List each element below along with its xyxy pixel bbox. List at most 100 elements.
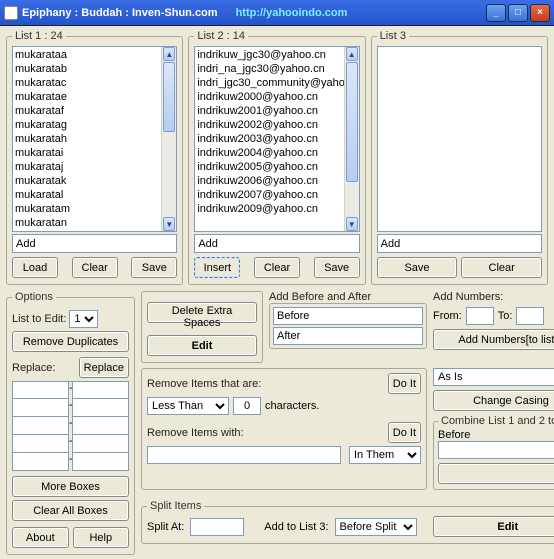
list1-scrollbar[interactable]: ▲ ▼ [161, 47, 176, 231]
replace-cell[interactable] [12, 417, 69, 435]
add-numbers-button[interactable]: Add Numbers[to list3] [433, 329, 554, 350]
from-label: From: [433, 310, 462, 322]
list1-group: List 1 : 24 mukarataamukaratabmukaratacm… [6, 30, 183, 285]
list3-add-input[interactable] [377, 234, 542, 253]
minimize-button[interactable]: _ [486, 4, 506, 22]
list-item[interactable]: indrikuw2001@yahoo.cn [197, 104, 356, 118]
char-count-input[interactable] [233, 397, 261, 415]
about-button[interactable]: About [12, 527, 69, 548]
list-item[interactable]: mukarataa [15, 48, 174, 62]
list-item[interactable]: indrikuw2002@yahoo.cn [197, 118, 356, 132]
replace-cell[interactable] [12, 381, 69, 399]
list-item[interactable]: indrikuw_jgc30@yahoo.cn [197, 48, 356, 62]
more-boxes-button[interactable]: More Boxes [12, 476, 129, 497]
split-at-input[interactable] [190, 518, 244, 536]
list-item[interactable]: mukaratan [15, 216, 174, 230]
scroll-up-icon[interactable]: ▲ [163, 47, 175, 61]
replace-cell[interactable] [72, 381, 129, 399]
scroll-up-icon[interactable]: ▲ [346, 47, 358, 61]
list-item[interactable]: indrikuw2004@yahoo.cn [197, 146, 356, 160]
do-it-button-1[interactable]: Do It [388, 373, 421, 394]
list-item[interactable]: mukaratai [15, 146, 174, 160]
replace-cell[interactable] [72, 435, 129, 453]
to-label: To: [498, 310, 513, 322]
list1-box[interactable]: mukarataamukaratabmukaratacmukarataemuka… [12, 46, 177, 232]
in-them-select[interactable]: In Them [349, 446, 421, 464]
options-legend: Options [12, 291, 56, 303]
split-legend: Split Items [147, 500, 204, 512]
remove-duplicates-button[interactable]: Remove Duplicates [12, 331, 129, 352]
scroll-down-icon[interactable]: ▼ [163, 217, 175, 231]
list-item[interactable]: indrikuw2000@yahoo.cn [197, 90, 356, 104]
replace-cell[interactable] [12, 453, 69, 471]
delete-extra-spaces-button[interactable]: Delete Extra Spaces [147, 302, 257, 323]
list3-save-button[interactable]: Save [377, 257, 458, 278]
list2-legend: List 2 : 14 [194, 30, 248, 42]
list-item[interactable]: mukaratak [15, 174, 174, 188]
list-to-edit-select[interactable]: 1 [69, 310, 98, 328]
list1-save-button[interactable]: Save [131, 257, 177, 278]
replace-cell[interactable] [12, 399, 69, 417]
list-item[interactable]: indri_jgc30_community@yahoo [197, 76, 356, 90]
list3-box[interactable] [377, 46, 542, 232]
replace-button[interactable]: Replace [79, 357, 129, 378]
list-item[interactable]: mukaratam [15, 202, 174, 216]
list1-load-button[interactable]: Load [12, 257, 58, 278]
list2-box[interactable]: indrikuw_jgc30@yahoo.cnindri_na_jgc30@ya… [194, 46, 359, 232]
do-it-button-2[interactable]: Do It [388, 422, 421, 443]
list-item[interactable]: mukaratac [15, 76, 174, 90]
compare-select[interactable]: Less Than [147, 397, 229, 415]
edit-button[interactable]: Edit [147, 335, 257, 356]
list2-insert-button[interactable]: Insert [194, 257, 240, 278]
replace-cell[interactable] [72, 399, 129, 417]
list-item[interactable]: mukaratae [15, 90, 174, 104]
list-item[interactable]: indrikuw2009@yahoo.cn [197, 202, 356, 216]
list-item[interactable]: mukaratal [15, 188, 174, 202]
replace-cell[interactable] [72, 453, 129, 471]
list-item[interactable]: mukarataj [15, 160, 174, 174]
help-button[interactable]: Help [73, 527, 130, 548]
casing-select[interactable]: As Is [433, 368, 554, 386]
close-button[interactable]: × [530, 4, 550, 22]
replace-cell[interactable] [12, 435, 69, 453]
list2-clear-button[interactable]: Clear [254, 257, 300, 278]
options-group: Options List to Edit: 1 Remove Duplicate… [6, 291, 135, 555]
before-split-select[interactable]: Before Split [335, 518, 417, 536]
characters-label: characters. [265, 400, 319, 412]
list2-add-input[interactable] [194, 234, 359, 253]
list1-add-input[interactable] [12, 234, 177, 253]
list2-scrollbar[interactable]: ▲ ▼ [344, 47, 359, 231]
scroll-down-icon[interactable]: ▼ [346, 217, 358, 231]
list-item[interactable]: indrikuw2005@yahoo.cn [197, 160, 356, 174]
maximize-button[interactable]: □ [508, 4, 528, 22]
split-edit-button[interactable]: Edit [433, 516, 554, 537]
app-icon [4, 6, 18, 20]
from-input[interactable] [466, 307, 494, 325]
combine-button[interactable]: Combine [438, 463, 554, 484]
change-casing-button[interactable]: Change Casing [433, 390, 554, 411]
list1-clear-button[interactable]: Clear [72, 257, 118, 278]
list-item[interactable]: indri_na_jgc30@yahoo.cn [197, 62, 356, 76]
replace-cell[interactable] [72, 417, 129, 435]
to-input[interactable] [516, 307, 544, 325]
before-input[interactable] [273, 307, 423, 325]
list-item[interactable]: indrikuw2007@yahoo.cn [197, 188, 356, 202]
combine-before-input[interactable] [438, 441, 554, 459]
list1-legend: List 1 : 24 [12, 30, 66, 42]
list3-clear-button[interactable]: Clear [461, 257, 542, 278]
list-item[interactable]: mukaratab [15, 62, 174, 76]
remove-with-input[interactable] [147, 446, 341, 464]
list2-save-button[interactable]: Save [314, 257, 360, 278]
list-item[interactable]: mukaratah [15, 132, 174, 146]
list-item[interactable]: mukarataf [15, 104, 174, 118]
scroll-thumb[interactable] [346, 62, 358, 182]
list-item[interactable]: mukaratag [15, 118, 174, 132]
combine-legend: Combine List 1 and 2 to 3 [438, 415, 554, 427]
clear-all-boxes-button[interactable]: Clear All Boxes [12, 500, 129, 521]
after-input[interactable] [273, 327, 423, 345]
edit-group: Delete Extra Spaces Edit [141, 291, 263, 363]
list-item[interactable]: indrikuw2006@yahoo.cn [197, 174, 356, 188]
scroll-thumb[interactable] [163, 62, 175, 132]
list-item[interactable]: indrikuw2003@yahoo.cn [197, 132, 356, 146]
split-items-group: Split Items Split At: Add to List 3: Bef… [141, 500, 554, 544]
